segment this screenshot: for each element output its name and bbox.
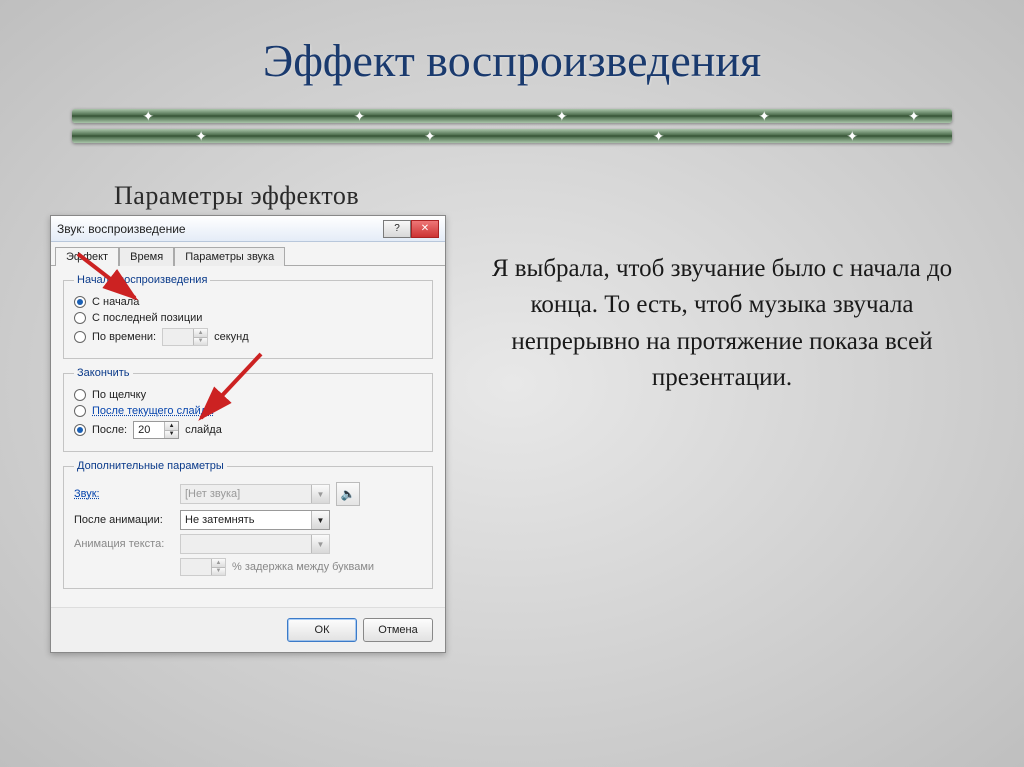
label-sound: Звук:: [74, 488, 174, 500]
subtitle: Параметры эффектов: [114, 181, 450, 211]
group-finish: Закончить По щелчку После текущего слайд…: [63, 367, 433, 452]
spin-down-icon: ▼: [211, 568, 225, 576]
tab-effect[interactable]: Эффект: [55, 247, 119, 266]
help-button[interactable]: ?: [383, 220, 411, 238]
radio-after-n[interactable]: [74, 424, 86, 436]
radio-on-click[interactable]: [74, 389, 86, 401]
after-anim-combo[interactable]: Не затемнять ▼: [180, 510, 330, 530]
chevron-down-icon: ▼: [311, 485, 329, 503]
label-after-anim: После анимации:: [74, 514, 174, 526]
after-slides-input[interactable]: 20 ▲▼: [133, 421, 179, 439]
label-after-current: После текущего слайда: [92, 405, 213, 417]
chevron-down-icon: ▼: [311, 511, 329, 529]
radio-after-current[interactable]: [74, 405, 86, 417]
spin-down-icon[interactable]: ▼: [193, 338, 207, 346]
label-slides: слайда: [185, 424, 222, 436]
delay-input: ▲▼: [180, 558, 226, 576]
speaker-button[interactable]: 🔈: [336, 482, 360, 506]
dialog-title: Звук: воспроизведение: [57, 222, 383, 236]
radio-last-position[interactable]: [74, 312, 86, 324]
spin-down-icon[interactable]: ▼: [164, 431, 178, 439]
time-input[interactable]: ▲▼: [162, 328, 208, 346]
label-seconds: секунд: [214, 331, 249, 343]
label-last-position: С последней позиции: [92, 312, 202, 324]
spin-up-icon: ▲: [211, 559, 225, 568]
spin-up-icon[interactable]: ▲: [164, 422, 178, 431]
label-text-anim: Анимация текста:: [74, 538, 174, 550]
decorative-divider: ✦ ✦ ✦ ✦ ✦ ✦ ✦ ✦ ✦: [72, 109, 952, 143]
label-on-click: По щелчку: [92, 389, 146, 401]
group-finish-legend: Закончить: [74, 367, 133, 379]
ok-button[interactable]: ОК: [287, 618, 357, 642]
slide-paragraph: Я выбрала, чтоб звучание было с начала д…: [480, 181, 974, 653]
sound-combo[interactable]: [Нет звука] ▼: [180, 484, 330, 504]
tab-sound-params[interactable]: Параметры звука: [174, 247, 285, 266]
label-from-start: С начала: [92, 296, 139, 308]
group-start-legend: Начало воспроизведения: [74, 274, 210, 286]
group-extra: Дополнительные параметры Звук: [Нет звук…: [63, 460, 433, 589]
label-delay: % задержка между буквами: [232, 561, 374, 573]
label-after: После:: [92, 424, 127, 436]
chevron-down-icon: ▼: [311, 535, 329, 553]
radio-from-start[interactable]: [74, 296, 86, 308]
group-extra-legend: Дополнительные параметры: [74, 460, 227, 472]
slide-title: Эффект воспроизведения: [0, 0, 1024, 87]
spin-up-icon[interactable]: ▲: [193, 329, 207, 338]
text-anim-combo: ▼: [180, 534, 330, 554]
radio-by-time[interactable]: [74, 331, 86, 343]
label-by-time: По времени:: [92, 331, 156, 343]
sound-playback-dialog: Звук: воспроизведение ? ✕ Эффект Время П…: [50, 215, 446, 653]
group-start-playback: Начало воспроизведения С начала С послед…: [63, 274, 433, 359]
tab-time[interactable]: Время: [119, 247, 174, 266]
speaker-icon: 🔈: [341, 487, 356, 501]
close-button[interactable]: ✕: [411, 220, 439, 238]
cancel-button[interactable]: Отмена: [363, 618, 433, 642]
